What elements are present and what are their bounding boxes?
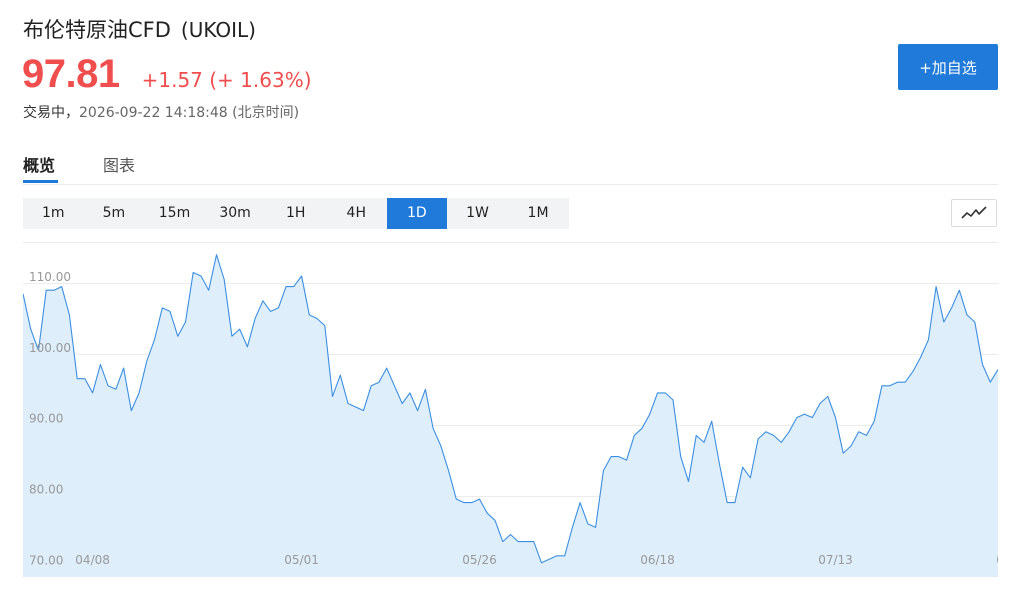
add-to-watchlist-button[interactable]: +加自选 <box>898 44 998 90</box>
x-tick-label: 05/26 <box>462 553 497 567</box>
y-tick-label: 80.00 <box>29 483 63 497</box>
y-tick-label: 110.00 <box>29 270 71 284</box>
price-area <box>23 254 998 577</box>
line-chart-icon <box>961 206 987 219</box>
price-chart-svg: 70.00 80.00 90.00 100.00 110.00 04/08 05/01 05/… <box>23 242 998 577</box>
y-tick-label: 90.00 <box>29 412 63 426</box>
chart-type-button[interactable] <box>951 199 997 227</box>
period-1m[interactable]: 1m <box>23 198 84 229</box>
tab-chart[interactable]: 图表 <box>103 152 135 176</box>
last-price: 97.81 <box>22 52 120 96</box>
x-tick-label: 05/01 <box>284 553 319 567</box>
period-1mo[interactable]: 1M <box>508 198 569 229</box>
period-1w[interactable]: 1W <box>447 198 508 229</box>
trading-status-label: 交易中， <box>23 105 79 121</box>
quote-row: 97.81 +1.57 (+ 1.63%) <box>22 52 312 97</box>
main-tabs: 概览 图表 <box>23 146 998 185</box>
tab-overview[interactable]: 概览 <box>23 152 55 176</box>
trading-status: 交易中，2026-09-22 14:18:48 (北京时间) <box>23 102 299 122</box>
y-tick-label: 100.00 <box>29 341 71 355</box>
price-change: +1.57 (+ 1.63%) <box>141 68 312 92</box>
y-tick-label: 70.00 <box>29 553 63 567</box>
active-tab-indicator <box>23 180 58 183</box>
x-tick-label: 04/08 <box>75 553 110 567</box>
period-5m[interactable]: 5m <box>84 198 145 229</box>
x-tick-label: 07/13 <box>818 553 853 567</box>
instrument-name: 布伦特原油CFD <box>23 18 171 42</box>
x-tick-label: 08/05 <box>996 553 998 567</box>
period-1h[interactable]: 1H <box>265 198 326 229</box>
quote-timestamp: 2026-09-22 14:18:48 <box>79 105 228 121</box>
instrument-title: 布伦特原油CFD (UKOIL) <box>23 14 256 44</box>
period-30m[interactable]: 30m <box>205 198 266 229</box>
period-1d[interactable]: 1D <box>386 198 448 229</box>
timezone-label: (北京时间) <box>232 105 300 121</box>
instrument-code: (UKOIL) <box>180 18 256 42</box>
period-4h[interactable]: 4H <box>326 198 387 229</box>
period-15m[interactable]: 15m <box>144 198 205 229</box>
period-selector: 1m 5m 15m 30m 1H 4H 1D 1W 1M <box>23 198 569 229</box>
price-chart[interactable]: 70.00 80.00 90.00 100.00 110.00 04/08 05/01 05/… <box>23 242 998 577</box>
x-tick-label: 06/18 <box>640 553 675 567</box>
